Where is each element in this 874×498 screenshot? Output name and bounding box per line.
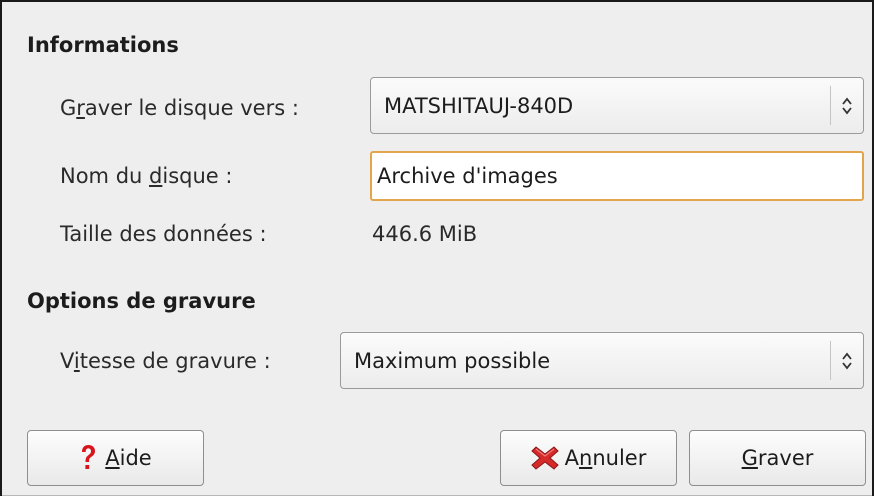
data-size-label: Taille des données : (60, 222, 267, 246)
help-button-label: Aide (105, 446, 151, 470)
burn-button-text: raver (757, 446, 814, 470)
burn-button-label: Graver (742, 446, 814, 470)
data-size-value: 446.6 MiB (372, 222, 478, 246)
disc-name-field[interactable] (370, 151, 864, 201)
burn-speed-select[interactable]: Maximum possible (340, 332, 864, 389)
dialog-window (0, 0, 874, 496)
help-button[interactable]: Aide (27, 430, 204, 486)
burn-speed-label-prefix: V (60, 349, 74, 373)
cancel-button[interactable]: Annuler (500, 430, 677, 486)
cancel-button-label: Annuler (565, 446, 647, 470)
window-border-left (0, 0, 2, 496)
disc-name-label-mnemonic: d (149, 164, 163, 188)
disc-name-input[interactable] (372, 164, 862, 188)
burn-speed-label-suffix: tesse de gravure : (79, 349, 271, 373)
burn-options-heading: Options de gravure (27, 289, 256, 313)
up-down-arrows-icon (831, 352, 863, 370)
help-button-text: ide (119, 446, 152, 470)
window-border-top (0, 0, 874, 2)
burn-to-label: Graver le disque vers : (60, 96, 299, 120)
disc-name-label: Nom du disque : (60, 164, 232, 188)
burn-to-label-suffix: aver le disque vers : (84, 96, 299, 120)
informations-heading: Informations (27, 33, 179, 57)
burn-button[interactable]: Graver (689, 430, 866, 486)
device-select-value: MATSHITAUJ-840D (384, 93, 574, 118)
disc-name-label-suffix: isque : (162, 164, 233, 188)
burn-speed-select-value: Maximum possible (354, 348, 551, 373)
burn-to-label-mnemonic: r (76, 96, 85, 120)
disc-name-label-prefix: Nom du (60, 164, 150, 188)
red-x-icon (530, 445, 559, 471)
cancel-button-mnemonic: n (579, 446, 593, 470)
cancel-button-prefix: A (564, 446, 580, 470)
burn-speed-label: Vitesse de gravure : (60, 349, 271, 373)
question-mark-icon (79, 444, 97, 472)
device-select[interactable]: MATSHITAUJ-840D (370, 77, 864, 134)
up-down-arrows-icon (831, 97, 863, 115)
burn-to-label-prefix: G (60, 96, 77, 120)
burn-button-mnemonic: G (741, 446, 758, 470)
help-button-mnemonic: A (105, 446, 120, 470)
cancel-button-suffix: nuler (592, 446, 647, 470)
